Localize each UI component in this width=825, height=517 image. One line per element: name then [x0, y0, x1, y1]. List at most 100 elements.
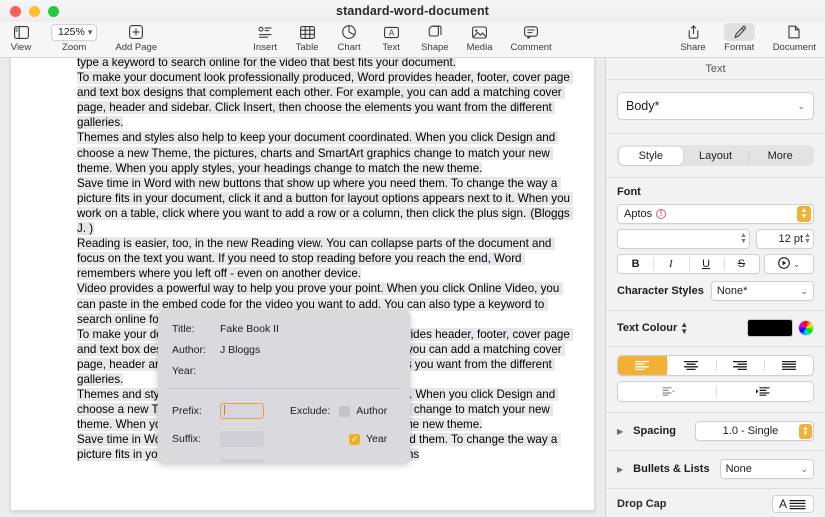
font-size-stepper[interactable]: ▲▼ [803, 231, 812, 248]
font-name-field[interactable]: Aptos ! ▲▼ [617, 204, 814, 224]
app-window: standard-word-document View 125% ▾ Zoom [0, 0, 825, 517]
media-button[interactable]: Media [458, 22, 502, 53]
spacing-label: Spacing [633, 425, 676, 437]
decrease-indent-button[interactable] [618, 382, 716, 401]
share-button[interactable]: Share [671, 22, 714, 53]
exclude-author-checkbox[interactable] [339, 406, 350, 417]
toolbar-center-group: Insert Table Chart A Text [244, 22, 561, 53]
title-bar: standard-word-document [0, 0, 825, 22]
document-icon [788, 23, 800, 41]
chevron-down-icon: ⌄ [800, 286, 808, 297]
exclude-year-label: Year [366, 433, 387, 445]
bold-italic-underline-strike-group: B I U S [617, 254, 760, 274]
increase-indent-button[interactable] [716, 382, 814, 401]
align-right-button[interactable] [716, 356, 765, 375]
font-style-size-row: ▲▼ 12 pt ▲▼ [617, 229, 814, 249]
italic-button[interactable]: I [653, 255, 688, 273]
align-justify-button[interactable] [764, 356, 813, 375]
disclosure-triangle-icon[interactable]: ▶ [617, 465, 623, 474]
comment-icon [524, 23, 538, 41]
font-size-field[interactable]: 12 pt ▲▼ [756, 229, 814, 249]
insert-button[interactable]: Insert [244, 22, 286, 53]
insert-label: Insert [253, 42, 277, 53]
document-canvas[interactable]: type a keyword to search online for the … [0, 58, 605, 517]
character-styles-label: Character Styles [617, 285, 704, 297]
strikethrough-button[interactable]: S [724, 255, 759, 273]
zoom-value-box[interactable]: 125% ▾ [51, 23, 97, 41]
paragraph-style-combo[interactable]: Body* ⌄ [617, 92, 814, 120]
zoom-label: Zoom [62, 42, 86, 53]
format-brush-icon [724, 23, 755, 41]
font-warning-icon[interactable]: ! [656, 209, 666, 219]
table-icon [300, 23, 315, 41]
exclude-author-label: Author [356, 405, 387, 417]
chart-label: Chart [338, 42, 361, 53]
exclude-year-checkbox[interactable]: ✓ [349, 434, 360, 445]
text-colour-row: Text Colour ▲▼ [617, 319, 814, 337]
share-label: Share [680, 42, 705, 53]
media-label: Media [467, 42, 493, 53]
spacing-combo[interactable]: 1.0 - Single ▲▼ [695, 421, 814, 441]
bullets-label: Bullets & Lists [633, 463, 709, 475]
tab-layout[interactable]: Layout [683, 147, 748, 165]
align-left-button[interactable] [618, 356, 667, 375]
document-button[interactable]: Document [764, 22, 825, 53]
bold-button[interactable]: B [618, 255, 653, 273]
citation-popup[interactable]: Title: Fake Book II Author: J Bloggs Yea… [158, 310, 410, 463]
text-colour-swatch[interactable] [747, 319, 793, 337]
citation-author-label: Author: [172, 344, 220, 356]
text-colour-controls [747, 319, 814, 337]
format-button[interactable]: Format [715, 22, 764, 53]
font-style-field[interactable]: ▲▼ [617, 229, 750, 249]
spacing-row: ▶ Spacing 1.0 - Single ▲▼ [617, 421, 814, 441]
updown-arrows-icon: ▲▼ [680, 321, 688, 335]
range-input[interactable] [220, 459, 264, 463]
citation-year-row: Year: [158, 360, 410, 381]
drop-cap-preview[interactable]: A [772, 495, 814, 513]
chevron-down-icon: ⌄ [800, 464, 808, 475]
suffix-row: Suffix: ✓ Year [158, 425, 410, 453]
chart-icon [342, 23, 356, 41]
prefix-row: Prefix: Exclude: Author [158, 397, 410, 425]
tab-more[interactable]: More [748, 147, 813, 165]
media-icon [472, 23, 487, 41]
prefix-input[interactable] [220, 403, 264, 419]
paragraph: type a keyword to search online for the … [77, 58, 456, 69]
paragraph: Save time in Word with new buttons that … [77, 177, 573, 220]
chevron-down-icon: ⌄ [793, 259, 801, 270]
suffix-input[interactable] [220, 431, 264, 447]
underline-button[interactable]: U [689, 255, 724, 273]
zoom-control[interactable]: 125% ▾ Zoom [42, 22, 106, 53]
toolbar-left-group: View 125% ▾ Zoom Add Page [0, 22, 166, 53]
citation-year-label: Year: [172, 365, 220, 377]
spacing-stepper[interactable]: ▲▼ [799, 424, 812, 439]
text-button[interactable]: A Text [370, 22, 412, 53]
format-label: Format [724, 42, 754, 53]
citation-title-value: Fake Book II [220, 323, 279, 335]
font-name-stepper[interactable]: ▲▼ [797, 206, 811, 222]
insert-icon [258, 23, 273, 41]
paragraph: Themes and styles also help to keep your… [77, 131, 558, 174]
colour-wheel-icon[interactable] [798, 320, 814, 336]
text-colour-label-group[interactable]: Text Colour ▲▼ [617, 321, 688, 335]
align-center-button[interactable] [667, 356, 716, 375]
range-label: Range: [172, 461, 220, 463]
shape-button[interactable]: Shape [412, 22, 457, 53]
tab-style[interactable]: Style [619, 147, 684, 165]
sidebar-body: Body* ⌄ Style Layout More Font [606, 80, 825, 517]
disclosure-triangle-icon[interactable]: ▶ [617, 427, 623, 436]
font-name-value: Aptos [624, 208, 652, 220]
view-label: View [11, 42, 31, 53]
format-sidebar: Text Body* ⌄ Style Layout More [605, 58, 825, 517]
svg-text:A: A [388, 28, 394, 37]
character-styles-combo[interactable]: None* ⌄ [711, 281, 814, 301]
add-page-button[interactable]: Add Page [106, 22, 166, 53]
chart-button[interactable]: Chart [328, 22, 370, 53]
comment-button[interactable]: Comment [501, 22, 560, 53]
table-button[interactable]: Table [286, 22, 328, 53]
bullets-combo[interactable]: None ⌄ [720, 459, 814, 479]
font-style-stepper[interactable]: ▲▼ [739, 231, 748, 248]
app-body: type a keyword to search online for the … [0, 58, 825, 517]
view-button[interactable]: View [0, 22, 42, 53]
text-effects-popup-button[interactable]: ⌄ [764, 254, 814, 274]
